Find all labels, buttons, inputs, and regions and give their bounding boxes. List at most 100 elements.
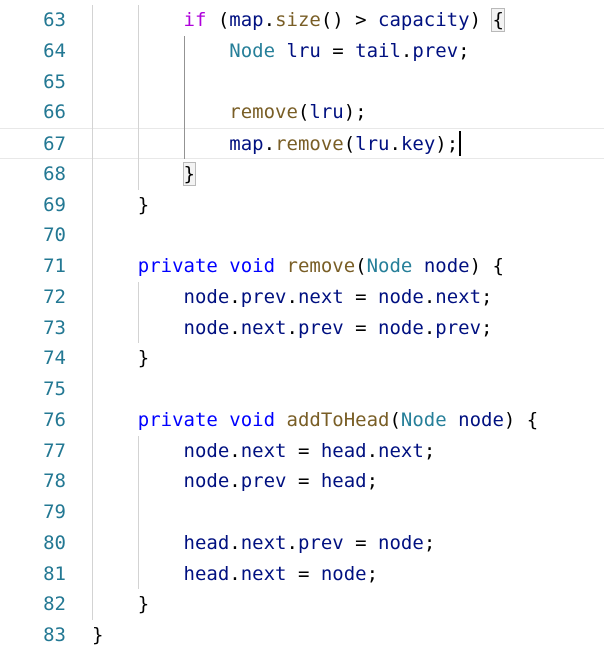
code-token: size [275,9,321,31]
code-line[interactable]: 78 node.prev = head; [0,466,604,497]
code-token: Node [229,39,276,62]
code-text[interactable]: map.remove(lru.key); [92,129,458,160]
code-token: ; [423,439,436,462]
code-line[interactable]: 71 private void remove(Node node) { [0,251,604,282]
code-token: ( [297,101,310,124]
code-text[interactable]: node.next = head.next; [92,436,436,467]
line-number: 75 [43,378,66,400]
code-token: node [423,255,470,277]
code-token: . [423,316,436,339]
code-token: ) { [469,255,504,277]
code-text[interactable]: node.prev.next = node.next; [92,282,493,313]
code-token: next [240,439,287,462]
code-editor[interactable]: 63 if (map.size() > capacity) {64 Node l… [0,0,604,655]
code-token: tail [355,39,401,62]
code-token: prev [435,316,482,339]
code-line[interactable]: 63 if (map.size() > capacity) { [0,5,604,36]
code-token: ( [343,133,356,155]
code-token: head [320,470,367,493]
line-number: 65 [43,70,66,93]
code-line[interactable]: 70 [0,220,604,251]
code-token: next [240,531,287,554]
line-number: 63 [43,9,66,31]
code-token: prev [240,285,287,308]
line-number: 70 [43,224,66,247]
code-line[interactable]: 76 private void addToHead(Node node) { [0,405,604,436]
code-token: . [263,133,276,155]
code-text[interactable]: } [92,190,149,221]
code-token: ; [481,285,493,308]
code-line[interactable]: 80 head.next.prev = node; [0,528,604,559]
text-cursor [459,131,462,156]
code-token: ) [469,9,493,31]
line-number: 74 [43,347,66,370]
code-text[interactable]: Node lru = tail.prev; [92,36,470,67]
code-token: prev [297,316,344,339]
code-text[interactable]: if (map.size() > capacity) { [92,5,505,36]
code-line[interactable]: 81 head.next = node; [0,559,604,590]
code-token: prev [412,39,459,62]
code-line[interactable]: 77 node.next = head.next; [0,436,604,467]
code-text[interactable]: } [92,589,149,620]
code-text[interactable]: node.next.prev = node.prev; [92,313,493,344]
code-line[interactable]: 82 } [0,589,604,620]
code-text[interactable]: remove(lru); [92,97,366,128]
code-text[interactable]: node.prev = head; [92,466,379,497]
code-token: node [183,470,230,493]
code-line[interactable]: 75 [0,374,604,405]
code-token: ( [355,255,367,277]
code-line[interactable]: 66 remove(lru); [0,97,604,128]
line-number: 67 [43,133,66,155]
code-line[interactable]: 79 [0,497,604,528]
line-number: 76 [43,408,66,431]
code-token: next [240,316,287,339]
code-text[interactable]: private void addToHead(Node node) { [92,405,538,436]
code-line[interactable]: 74 } [0,343,604,374]
code-token: head [320,439,367,462]
code-text[interactable]: head.next = node; [92,559,379,590]
code-text[interactable]: private void remove(Node node) { [92,251,504,282]
code-text[interactable]: } [92,159,197,190]
code-line[interactable]: 69 } [0,190,604,221]
code-token: . [286,531,298,554]
code-line[interactable]: 68 } [0,159,604,190]
code-token: prev [297,531,344,554]
code-token: . [400,39,413,62]
code-text[interactable]: } [92,343,149,374]
code-text[interactable]: head.next.prev = node; [92,528,436,559]
code-line[interactable]: 72 node.prev.next = node.next; [0,282,604,313]
code-line[interactable]: 65 [0,67,604,98]
line-number: 81 [43,562,66,585]
code-line[interactable]: 67 map.remove(lru.key); [0,128,604,159]
code-token: = [286,470,321,493]
code-token: next [297,285,344,308]
code-token: node [378,316,424,339]
code-token: node [183,316,230,339]
code-token: node [320,562,367,585]
code-token: ; [423,531,436,554]
indent-guide [137,435,139,590]
code-token: next [378,439,424,462]
line-number: 79 [43,501,66,523]
matched-bracket: } [182,161,197,186]
code-token: } [92,624,104,646]
line-number: 82 [43,593,66,616]
code-token: ; [366,562,379,585]
code-token: ; [458,39,470,62]
code-text[interactable]: } [92,620,103,651]
line-number: 72 [43,285,66,308]
code-token: node [458,408,504,431]
indent-guide [137,5,139,190]
code-token: } [137,593,150,616]
code-line[interactable]: 64 Node lru = tail.prev; [0,36,604,67]
code-token: . [229,531,241,554]
code-line[interactable]: 73 node.next.prev = node.prev; [0,313,604,344]
code-token: remove [275,133,344,155]
code-line[interactable]: 83} [0,620,604,651]
